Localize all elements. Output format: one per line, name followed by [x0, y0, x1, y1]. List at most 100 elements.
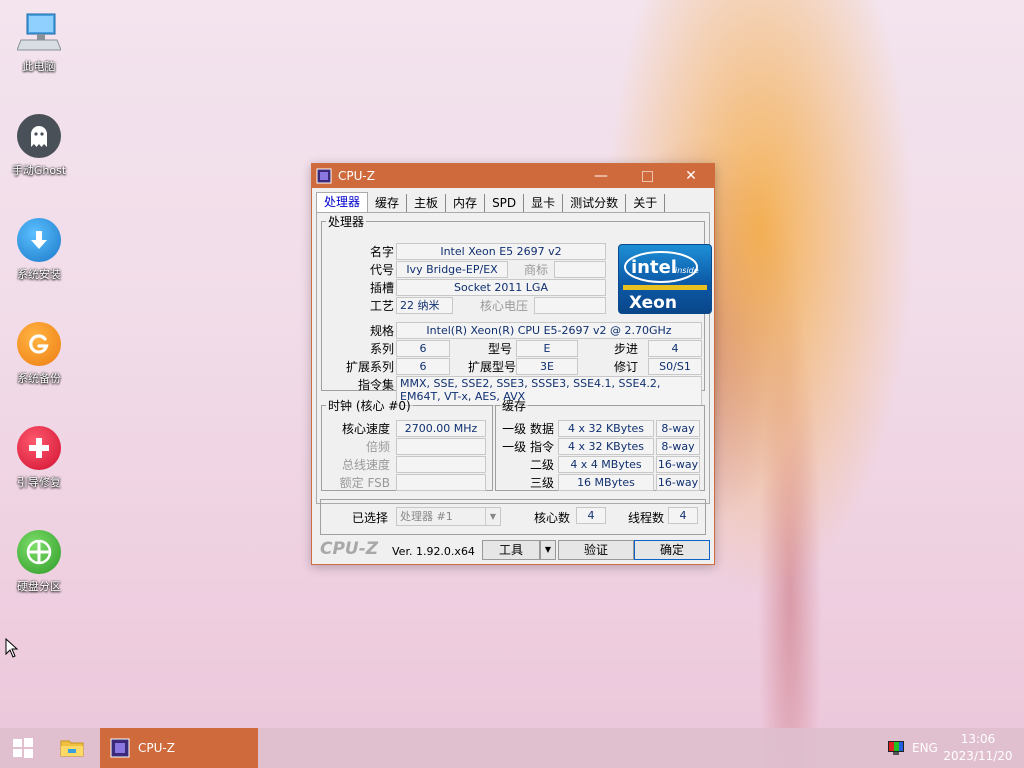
tab-mainboard[interactable]: 主板 [407, 194, 447, 212]
l3-way: 16-way [656, 474, 700, 491]
core-speed-value: 2700.00 MHz [396, 420, 486, 437]
technology-label: 工艺 [369, 299, 394, 313]
taskbar-cpuz-label: CPU-Z [138, 741, 175, 755]
cpuz-app-icon [110, 738, 130, 758]
taskbar-clock[interactable]: 13:06 2023/11/20 [940, 731, 1016, 765]
desktop-icon-ghost[interactable]: 手动Ghost [4, 114, 74, 178]
taskbar: CPU-Z ENG 13:06 2023/11/20 [0, 728, 1024, 768]
window-title: CPU-Z [338, 169, 375, 183]
family-value: 6 [396, 340, 450, 357]
tab-graphics[interactable]: 显卡 [524, 194, 564, 212]
folder-icon [60, 740, 84, 757]
minimize-icon: — [594, 168, 608, 184]
model-value: E [516, 340, 578, 357]
technology-value: 22 纳米 [396, 297, 453, 314]
tab-bench[interactable]: 测试分数 [563, 194, 627, 212]
maximize-button[interactable] [624, 164, 670, 188]
desktop-icon-this-pc[interactable]: 此电脑 [4, 10, 74, 74]
core-voltage-value [534, 297, 606, 314]
cpuz-app-icon [316, 168, 332, 184]
package-label: 插槽 [369, 281, 394, 295]
version-label: Ver. 1.92.0.x64 [392, 545, 475, 558]
desktop-icon-repair[interactable]: 引导修复 [4, 426, 74, 490]
l1-data-way: 8-way [656, 420, 700, 437]
tab-processor[interactable]: 处理器 [316, 192, 369, 213]
desktop-icon-label: 系统备份 [17, 372, 61, 385]
processor-group: 处理器 名字 Intel Xeon E5 2697 v2 代号 Ivy Brid… [321, 213, 712, 406]
l1-inst-label: 一级 指令 [502, 440, 554, 454]
cpuz-window: CPU-Z — ✕ 处理器 缓存 主板 内存 SPD 显卡 测试分数 关于 处理… [311, 163, 715, 565]
start-button[interactable] [12, 728, 38, 768]
ext-model-label: 扩展型号 [467, 360, 516, 374]
l3-size: 16 MBytes [558, 474, 654, 491]
validate-button[interactable]: 验证 [558, 540, 634, 560]
window-footer: CPU-Z Ver. 1.92.0.x64 工具 ▼ 验证 确定 [312, 537, 714, 563]
input-language-indicator[interactable]: ENG [912, 728, 942, 768]
chevron-down-icon: ▼ [485, 508, 500, 525]
cache-group-label: 缓存 [502, 399, 527, 413]
name-label: 名字 [369, 245, 394, 259]
desktop-icon-backup[interactable]: 系统备份 [4, 322, 74, 386]
tab-spd[interactable]: SPD [485, 194, 525, 212]
intel-inside-text: inside [675, 266, 699, 275]
family-label: 系列 [369, 342, 394, 356]
ext-family-value: 6 [396, 358, 450, 375]
processor-select-value: 处理器 #1 [400, 510, 453, 523]
stepping-label: 步进 [613, 342, 638, 356]
tab-caches[interactable]: 缓存 [368, 194, 408, 212]
backup-icon [17, 322, 61, 366]
tab-bar: 处理器 缓存 主板 内存 SPD 显卡 测试分数 关于 [316, 192, 666, 213]
tools-button[interactable]: 工具 [482, 540, 540, 560]
display-tray-icon[interactable] [888, 728, 906, 768]
l2-way: 16-way [656, 456, 700, 473]
desktop-icon-label: 引导修复 [17, 476, 61, 489]
core-speed-label: 核心速度 [341, 422, 390, 436]
close-button[interactable]: ✕ [668, 164, 714, 188]
desktop-icon-label: 系统安装 [17, 268, 61, 281]
model-label: 型号 [487, 342, 512, 356]
l2-label: 二级 [529, 458, 554, 472]
processor-select[interactable]: 处理器 #1 ▼ [396, 507, 501, 526]
tools-dropdown-button[interactable]: ▼ [540, 540, 556, 560]
desktop-icon-label: 手动Ghost [11, 164, 67, 177]
desktop-icon-label: 硬盘分区 [17, 580, 61, 593]
file-explorer-button[interactable] [60, 728, 88, 768]
l1-inst-way: 8-way [656, 438, 700, 455]
brand-label: 商标 [523, 263, 548, 277]
tab-about[interactable]: 关于 [626, 194, 666, 212]
ext-family-label: 扩展系列 [345, 360, 394, 374]
selection-row: 已选择 处理器 #1 ▼ 核心数 4 线程数 4 [316, 499, 708, 535]
threads-label: 线程数 [627, 511, 664, 525]
l2-size: 4 x 4 MBytes [558, 456, 654, 473]
ext-model-value: 3E [516, 358, 578, 375]
desktop-icon-install[interactable]: 系统安装 [4, 218, 74, 282]
processor-tab-panel: 处理器 名字 Intel Xeon E5 2697 v2 代号 Ivy Brid… [316, 212, 712, 504]
close-icon: ✕ [685, 168, 697, 184]
cores-value: 4 [576, 507, 606, 524]
xeon-brand-text: Xeon [629, 293, 677, 313]
multiplier-label: 倍频 [365, 440, 390, 454]
tab-memory[interactable]: 内存 [446, 194, 486, 212]
clock-time: 13:06 [960, 732, 996, 746]
rated-fsb-label: 额定 FSB [339, 476, 390, 490]
maximize-icon [641, 170, 653, 182]
minimize-button[interactable]: — [578, 164, 624, 188]
bus-speed-label: 总线速度 [341, 458, 390, 472]
taskbar-cpuz-button[interactable]: CPU-Z [100, 728, 258, 768]
desktop-icon-partition[interactable]: 硬盘分区 [4, 530, 74, 594]
revision-label: 修订 [613, 360, 638, 374]
window-titlebar[interactable]: CPU-Z — ✕ [312, 164, 714, 188]
clock-date: 2023/11/20 [943, 749, 1013, 763]
core-voltage-label: 核心电压 [479, 299, 528, 313]
cache-group: 缓存 一级 数据 4 x 32 KBytes 8-way 一级 指令 4 x 3… [495, 397, 705, 491]
processor-group-label: 处理器 [328, 215, 365, 229]
repair-icon [17, 426, 61, 470]
computer-icon [17, 10, 61, 54]
clocks-group-label: 时钟 (核心 #0) [328, 399, 411, 413]
specification-value: Intel(R) Xeon(R) CPU E5-2697 v2 @ 2.70GH… [396, 322, 702, 339]
ok-button[interactable]: 确定 [634, 540, 710, 560]
instructions-label: 指令集 [357, 378, 394, 392]
package-value: Socket 2011 LGA [396, 279, 606, 296]
rated-fsb-value [396, 474, 486, 491]
revision-value: S0/S1 [648, 358, 702, 375]
